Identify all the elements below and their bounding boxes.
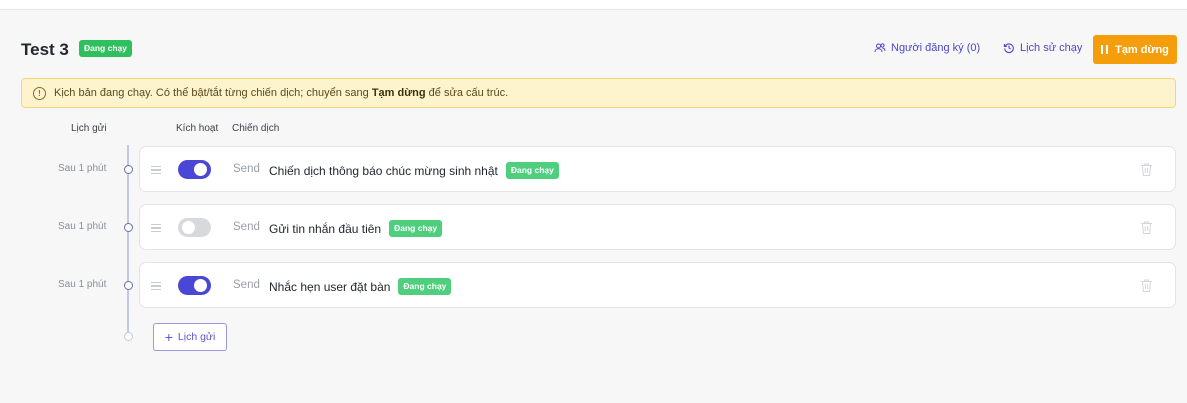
timeline-dot — [123, 165, 133, 174]
history-link[interactable]: Lịch sử chạy — [1003, 42, 1082, 54]
active-toggle[interactable] — [178, 218, 211, 237]
campaign-row: Send Gửi tin nhắn đầu tiên Đang chạy — [139, 204, 1176, 250]
column-header-schedule: Lịch gửi — [71, 123, 107, 134]
trash-icon[interactable] — [1140, 220, 1153, 235]
info-alert: ! Kịch bản đang chạy. Có thể bật/tắt từn… — [21, 78, 1176, 108]
toggle-knob — [194, 279, 207, 292]
campaign-type: Send — [233, 163, 260, 175]
timeline-dot — [123, 281, 133, 290]
campaign-type: Send — [233, 221, 260, 233]
campaign-row: Send Chiến dịch thông báo chúc mừng sinh… — [139, 146, 1176, 192]
campaign-row: Send Nhắc hẹn user đặt bàn Đang chạy — [139, 262, 1176, 308]
subscribers-label: Người đăng ký (0) — [891, 42, 981, 54]
row-delay: Sau 1 phút — [58, 221, 107, 232]
timeline-end-dot — [123, 332, 133, 341]
pause-label: Tạm dừng — [1115, 43, 1169, 56]
column-header-active: Kích hoạt — [176, 123, 219, 134]
timeline-dot — [123, 223, 133, 232]
history-icon — [1003, 43, 1014, 54]
toggle-knob — [194, 163, 207, 176]
top-bar — [0, 0, 1187, 10]
row-delay: Sau 1 phút — [58, 279, 107, 290]
add-schedule-label: Lịch gửi — [177, 331, 216, 343]
subscribers-link[interactable]: Người đăng ký (0) — [874, 42, 980, 54]
page-title: Test 3 — [21, 40, 69, 59]
status-badge: Đang chạy — [398, 278, 452, 295]
pause-icon — [1101, 45, 1109, 54]
campaign-name[interactable]: Gửi tin nhắn đầu tiên — [269, 222, 381, 236]
info-circle-icon: ! — [33, 86, 46, 100]
status-badge: Đang chạy — [389, 220, 443, 237]
trash-icon[interactable] — [1140, 278, 1153, 293]
campaign-name-group: Nhắc hẹn user đặt bàn Đang chạy — [269, 278, 452, 295]
row-delay: Sau 1 phút — [58, 163, 107, 174]
campaign-type: Send — [233, 279, 260, 291]
users-icon — [874, 43, 886, 53]
campaign-name-group: Gửi tin nhắn đầu tiên Đang chạy — [269, 220, 443, 237]
toggle-knob — [182, 221, 195, 234]
pause-button[interactable]: Tạm dừng — [1093, 35, 1177, 64]
history-label: Lịch sử chạy — [1020, 42, 1083, 54]
active-toggle[interactable] — [178, 160, 211, 179]
status-badge: Đang chạy — [505, 162, 559, 179]
drag-handle-icon[interactable] — [151, 224, 161, 232]
alert-text-before: Kịch bản đang chạy. Có thể bật/tắt từng … — [54, 87, 372, 99]
alert-text: Kịch bản đang chạy. Có thể bật/tắt từng … — [54, 87, 508, 99]
trash-icon[interactable] — [1140, 162, 1153, 177]
alert-text-bold: Tạm dừng — [371, 87, 426, 99]
status-badge: Đang chạy — [79, 40, 132, 57]
drag-handle-icon[interactable] — [151, 282, 161, 290]
active-toggle[interactable] — [178, 276, 211, 295]
alert-text-after: để sửa cấu trúc. — [425, 87, 509, 99]
campaign-name-group: Chiến dịch thông báo chúc mừng sinh nhật… — [269, 162, 559, 179]
drag-handle-icon[interactable] — [151, 166, 161, 174]
column-header-campaign: Chiến dịch — [232, 123, 280, 134]
campaign-name[interactable]: Nhắc hẹn user đặt bàn — [269, 280, 390, 294]
add-schedule-button[interactable]: + Lịch gửi — [153, 323, 227, 351]
campaign-name[interactable]: Chiến dịch thông báo chúc mừng sinh nhật — [269, 164, 498, 178]
plus-icon: + — [164, 329, 173, 345]
